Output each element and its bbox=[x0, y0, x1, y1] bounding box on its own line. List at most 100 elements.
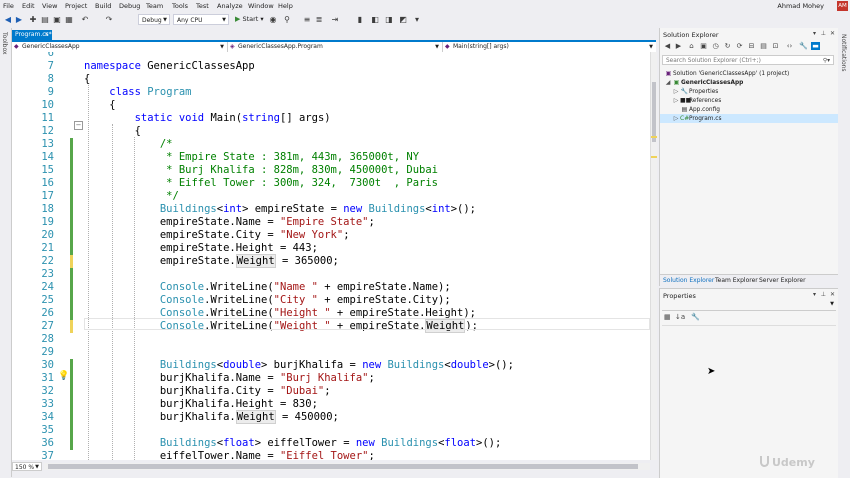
code-line[interactable]: 19 empireState.Name = "Empire State"; bbox=[12, 216, 650, 229]
code-line[interactable]: 18 Buildings<int> empireState = new Buil… bbox=[12, 203, 650, 216]
code-line[interactable]: 9 class Program bbox=[12, 86, 650, 99]
code-line[interactable]: 28 bbox=[12, 333, 650, 346]
code-line[interactable]: 30 Buildings<double> burjKhalifa = new B… bbox=[12, 359, 650, 372]
menu-build[interactable]: Build bbox=[95, 2, 111, 10]
next-bookmark-icon[interactable]: ◨ bbox=[384, 15, 394, 25]
search-input[interactable]: Search Solution Explorer (Ctrl+;) ⚲▾ bbox=[662, 55, 834, 65]
tree-item-properties[interactable]: ▷ 🔧Properties bbox=[672, 87, 719, 96]
code-line[interactable]: 21 empireState.Height = 443; bbox=[12, 242, 650, 255]
close-icon[interactable]: ✕ bbox=[830, 291, 835, 298]
menu-team[interactable]: Team bbox=[146, 2, 163, 10]
notifications-tab[interactable]: Notifications bbox=[840, 34, 847, 72]
dropdown-icon[interactable]: ▾ bbox=[813, 291, 816, 298]
new-item-icon[interactable]: ✚ bbox=[28, 15, 38, 25]
menu-analyze[interactable]: Analyze bbox=[217, 2, 243, 10]
menu-window[interactable]: Window bbox=[248, 2, 274, 10]
forward-icon[interactable]: ▶ bbox=[674, 42, 683, 50]
save-icon[interactable]: ▣ bbox=[52, 15, 62, 25]
open-folder-icon[interactable]: ▤ bbox=[40, 15, 50, 25]
tree-item-references[interactable]: ▷ ■■References bbox=[672, 96, 722, 105]
refresh-icon[interactable]: ⟳ bbox=[735, 42, 744, 50]
object-select[interactable]: ▼ bbox=[662, 301, 836, 311]
code-line[interactable]: 12 { bbox=[12, 125, 650, 138]
toolbox-tab[interactable]: Toolbox bbox=[1, 32, 8, 55]
horizontal-scrollbar[interactable] bbox=[44, 463, 650, 470]
code-line[interactable]: 25 Console.WriteLine("City " + empireSta… bbox=[12, 294, 650, 307]
find-icon[interactable]: ⚲ bbox=[282, 15, 292, 25]
menu-edit[interactable]: Edit bbox=[22, 2, 35, 10]
member-dropdown[interactable]: ◆ Main(string[] args) ▼ bbox=[443, 42, 656, 52]
scroll-thumb[interactable] bbox=[652, 82, 656, 142]
code-line[interactable]: 6 bbox=[12, 52, 650, 60]
expand-arrow-icon[interactable]: ◢ bbox=[664, 78, 672, 87]
lightbulb-icon[interactable]: 💡 bbox=[58, 372, 69, 381]
menu-file[interactable]: File bbox=[3, 2, 14, 10]
indent-icon[interactable]: ⇥ bbox=[330, 15, 340, 25]
redo-icon[interactable]: ↷ bbox=[104, 15, 114, 25]
close-icon[interactable]: × bbox=[44, 30, 49, 40]
pin-icon[interactable]: ⊥ bbox=[821, 291, 826, 298]
browser-icon[interactable]: ◉ bbox=[268, 15, 278, 25]
pin-icon[interactable]: ⊥ bbox=[821, 30, 826, 37]
zoom-select[interactable]: 150 % ▼ bbox=[12, 462, 42, 471]
code-line[interactable]: 37 eiffelTower.Name = "Eiffel Tower"; bbox=[12, 450, 650, 460]
tab-solution-explorer[interactable]: Solution Explorer bbox=[663, 277, 714, 284]
forward-icon[interactable]: ▶ bbox=[14, 15, 24, 25]
view-code-icon[interactable]: ‹› bbox=[785, 42, 794, 50]
preview-icon[interactable]: ⊡ bbox=[771, 42, 780, 50]
code-line[interactable]: 29 bbox=[12, 346, 650, 359]
code-line[interactable]: 36 Buildings<float> eiffelTower = new Bu… bbox=[12, 437, 650, 450]
start-button[interactable]: ▶ Start ▾ bbox=[235, 15, 264, 23]
expand-arrow-icon[interactable]: ▷ bbox=[672, 96, 680, 105]
code-line[interactable]: 33 burjKhalifa.Height = 830; bbox=[12, 398, 650, 411]
code-line[interactable]: 16 * Eiffel Tower : 300m, 324, 7300t , P… bbox=[12, 177, 650, 190]
code-line[interactable]: 22 empireState.Weight = 365000; bbox=[12, 254, 650, 268]
show-all-files-icon[interactable]: ▤ bbox=[759, 42, 768, 50]
tree-item-project[interactable]: ◢ ▣ GenericClassesApp bbox=[664, 78, 744, 87]
code-line[interactable]: 31 burjKhalifa.Name = "Burj Khalifa"; bbox=[12, 372, 650, 385]
save-all-icon[interactable]: ▦ bbox=[64, 15, 74, 25]
code-line[interactable]: 13 /* bbox=[12, 138, 650, 151]
clear-bookmarks-icon[interactable]: ◩ bbox=[398, 15, 408, 25]
comment-icon[interactable]: ≡ bbox=[302, 15, 312, 25]
code-line[interactable]: 34 burjKhalifa.Weight = 450000; bbox=[12, 410, 650, 424]
code-line[interactable]: 10 { bbox=[12, 99, 650, 112]
uncomment-icon[interactable]: ≣ bbox=[314, 15, 324, 25]
tab-team-explorer[interactable]: Team Explorer bbox=[715, 277, 758, 284]
back-icon[interactable]: ◀ bbox=[3, 15, 13, 25]
close-icon[interactable]: ✕ bbox=[830, 30, 835, 37]
categorized-icon[interactable]: ▦ bbox=[664, 313, 671, 321]
menu-view[interactable]: View bbox=[42, 2, 57, 10]
class-dropdown[interactable]: ◈ GenericClassesApp.Program ▼ bbox=[228, 42, 443, 52]
code-line[interactable]: 15 * Burj Khalifa : 828m, 830m, 450000t,… bbox=[12, 164, 650, 177]
project-dropdown[interactable]: ◆ GenericClassesApp ▼ bbox=[12, 42, 228, 52]
switch-views-icon[interactable]: ▣ bbox=[699, 42, 708, 50]
tree-item-app-config[interactable]: ▤ App.config bbox=[680, 105, 720, 114]
menu-test[interactable]: Test bbox=[196, 2, 209, 10]
scroll-thumb[interactable] bbox=[48, 464, 638, 469]
code-line[interactable]: 20 empireState.City = "New York"; bbox=[12, 229, 650, 242]
configuration-select[interactable]: Debug ▼ bbox=[138, 14, 170, 25]
expand-arrow-icon[interactable]: ▷ bbox=[672, 87, 680, 96]
code-line[interactable]: 17 */ bbox=[12, 190, 650, 203]
expand-arrow-icon[interactable]: ▷ bbox=[672, 114, 680, 123]
tab-program-cs[interactable]: Program.cs* × bbox=[12, 30, 52, 40]
property-pages-icon[interactable]: 🔧 bbox=[691, 313, 700, 321]
sync-icon[interactable]: ↻ bbox=[723, 42, 732, 50]
properties-icon[interactable]: 🔧 bbox=[799, 42, 808, 50]
code-editor[interactable]: 6 7 namespace GenericClassesApp 8{9 class P… bbox=[12, 52, 650, 460]
code-line[interactable]: 32 burjKhalifa.City = "Dubai"; bbox=[12, 385, 650, 398]
tab-server-explorer[interactable]: Server Explorer bbox=[759, 277, 806, 284]
code-line[interactable]: 11 static void Main(string[] args) bbox=[12, 112, 650, 125]
collapse-icon[interactable]: − bbox=[74, 121, 83, 130]
menu-project[interactable]: Project bbox=[65, 2, 87, 10]
undo-icon[interactable]: ↶ bbox=[80, 15, 90, 25]
code-line[interactable]: 35 bbox=[12, 424, 650, 437]
code-line[interactable]: 23 bbox=[12, 268, 650, 281]
user-name[interactable]: Ahmad Mohey bbox=[777, 2, 824, 10]
dropdown-icon[interactable]: ▾ bbox=[813, 30, 816, 37]
bookmark-icon[interactable]: ▮ bbox=[355, 15, 365, 25]
platform-select[interactable]: Any CPU ▼ bbox=[173, 14, 229, 25]
pending-changes-icon[interactable]: ◷ bbox=[711, 42, 720, 50]
alphabetical-icon[interactable]: ↓a bbox=[675, 313, 685, 321]
